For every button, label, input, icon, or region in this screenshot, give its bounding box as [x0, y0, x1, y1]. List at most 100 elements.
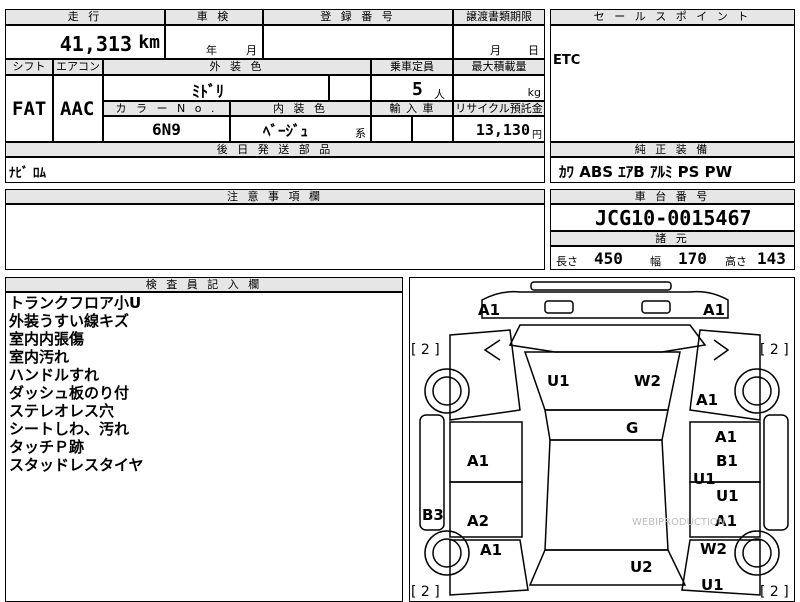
interior-color-suffix: 系	[355, 127, 366, 140]
capacity-value: 5	[412, 79, 423, 100]
inspector-note-line: 室内汚れ	[9, 348, 70, 366]
header-inspection: 車 検	[165, 9, 263, 25]
factory-equipment-cell: ｶﾜ ABS ｴｱB ｱﾙﾐ PS PW	[550, 157, 795, 183]
cabin-center	[544, 439, 669, 551]
spec-width-label: 幅	[650, 255, 661, 268]
mark-rear-glass: U2	[630, 558, 653, 576]
mark-bracket-rl: [ 2 ]	[411, 584, 440, 600]
header-registration: 登 録 番 号	[263, 9, 453, 25]
roof	[544, 409, 669, 441]
mark-front-left: A1	[478, 301, 500, 319]
exterior-color-extra-cell	[329, 75, 371, 101]
color-no-value: 6N9	[152, 120, 181, 139]
inspection-cell: 年 月	[165, 25, 263, 59]
later-parts-cell: ﾅﾋﾞ ﾛﾑ	[5, 157, 545, 183]
color-no-cell: 6N9	[103, 116, 230, 142]
mileage-unit: km	[138, 32, 160, 53]
header-sales-point: セ ー ル ス ポ イ ン ト	[550, 9, 795, 25]
chassis-no-value: JCG10-0015467	[595, 206, 752, 230]
transfer-deadline-cell: 月 日	[453, 25, 545, 59]
mark-left-front-door: A1	[467, 452, 489, 470]
wheel-front-left	[424, 368, 470, 414]
wheel-front-right	[734, 368, 780, 414]
mark-right-front-door-1: A1	[715, 428, 737, 446]
spec-width-value: 170	[678, 249, 707, 268]
mark-right-rear-door-1: U1	[716, 487, 739, 505]
inspector-note-line: ダッシュ板のり付	[9, 384, 130, 402]
front-bumper-top	[530, 281, 672, 291]
shift-cell: FAT	[5, 75, 53, 142]
recycle-value: 13,130	[475, 121, 530, 139]
mark-left-rocker: B3	[422, 506, 444, 524]
inspection-year-label: 年	[206, 44, 217, 57]
hood	[508, 324, 707, 353]
header-transfer-deadline: 譲渡書類期限	[453, 9, 545, 25]
front-bumper	[481, 290, 729, 319]
mark-windshield-right: W2	[634, 372, 661, 390]
mark-bracket-fl: [ 2 ]	[411, 342, 440, 358]
watermark: WEBIPRODUCTION	[632, 517, 725, 528]
car-diagram-panel: A1 A1 [ 2 ] [ 2 ] [ 2 ] [ 2 ] U1 W2 A1 G…	[409, 277, 795, 602]
inspector-note-line: シートしわ、汚れ	[9, 420, 130, 438]
header-exterior-color: 外 装 色	[103, 59, 371, 75]
header-color-no: カ ラ ー N o .	[103, 101, 230, 116]
header-mileage: 走 行	[5, 9, 165, 25]
inspector-note-line: ステレオレス穴	[9, 402, 115, 420]
later-parts-value: ﾅﾋﾞ ﾛﾑ	[9, 166, 47, 181]
registration-cell	[263, 25, 453, 59]
mark-roof: G	[626, 419, 638, 437]
inspector-note-line: タッチＰ跡	[9, 438, 85, 456]
left-front-fender	[449, 329, 521, 421]
spec-length-value: 450	[594, 249, 623, 268]
mark-right-fender: A1	[696, 391, 718, 409]
header-max-load: 最大積載量	[453, 59, 545, 75]
header-shift: シフト	[5, 59, 53, 75]
right-headlight	[641, 300, 671, 314]
mark-right-rear-bottom: U1	[701, 576, 724, 594]
mark-bracket-fr: [ 2 ]	[760, 342, 789, 358]
transfer-day-label: 日	[528, 44, 539, 57]
mark-windshield-left: U1	[547, 372, 570, 390]
recycle-unit: 円	[532, 130, 542, 141]
header-factory-equipment: 純 正 装 備	[550, 142, 795, 157]
shift-value: FAT	[12, 98, 47, 120]
interior-color-cell: ﾍﾞｰｼﾞｭ 系	[230, 116, 371, 142]
mark-right-front-door-3: U1	[693, 470, 716, 488]
capacity-cell: 5 人	[371, 75, 453, 101]
max-load-unit: kg	[527, 86, 541, 99]
header-interior-color: 内 装 色	[230, 101, 371, 116]
capacity-unit: 人	[434, 88, 445, 101]
header-later-parts: 後 日 発 送 部 品	[5, 142, 545, 157]
rear-glass	[528, 549, 687, 586]
exterior-color-value: ﾐﾄﾞﾘ	[192, 82, 225, 101]
header-inspector-notes: 検 査 員 記 入 欄	[5, 277, 403, 292]
wheel-rear-left	[424, 530, 470, 576]
spec-height-value: 143	[757, 249, 786, 268]
mark-right-rear-quarter: W2	[700, 540, 727, 558]
header-aircon: エアコン	[53, 59, 103, 75]
inspector-note-line: トランクフロア小U	[9, 294, 142, 312]
spec-height-label: 高さ	[725, 255, 747, 268]
right-mirror	[713, 339, 730, 361]
header-recycle: リサイクル預託金	[453, 101, 545, 116]
sales-point-cell: ETC	[550, 25, 795, 142]
header-specs: 諸 元	[550, 231, 795, 246]
mileage-cell: 41,313 km	[5, 25, 165, 59]
caution-cell	[5, 204, 545, 270]
specs-cell: 長さ 450 幅 170 高さ 143	[550, 246, 795, 270]
import-cell-2	[412, 116, 453, 142]
mark-bracket-rr: [ 2 ]	[760, 584, 789, 600]
exterior-color-cell: ﾐﾄﾞﾘ	[103, 75, 329, 101]
chassis-no-cell: JCG10-0015467	[550, 204, 795, 231]
right-rocker	[763, 414, 789, 531]
mark-right-front-door-2: B1	[716, 452, 738, 470]
left-mirror	[483, 339, 501, 361]
aircon-value: AAC	[60, 98, 95, 120]
mark-left-rear-quarter: A1	[480, 541, 502, 559]
max-load-cell: kg	[453, 75, 545, 101]
header-capacity: 乗車定員	[371, 59, 453, 75]
inspector-note-line: 室内内張傷	[9, 330, 85, 348]
inspector-notes-cell: トランクフロア小U 外装うすい線キズ 室内内張傷 室内汚れ ハンドルすれ ダッシュ板のり付…	[5, 292, 403, 602]
mark-left-rear-door: A2	[467, 512, 489, 530]
interior-color-value: ﾍﾞｰｼﾞｭ	[263, 122, 309, 140]
